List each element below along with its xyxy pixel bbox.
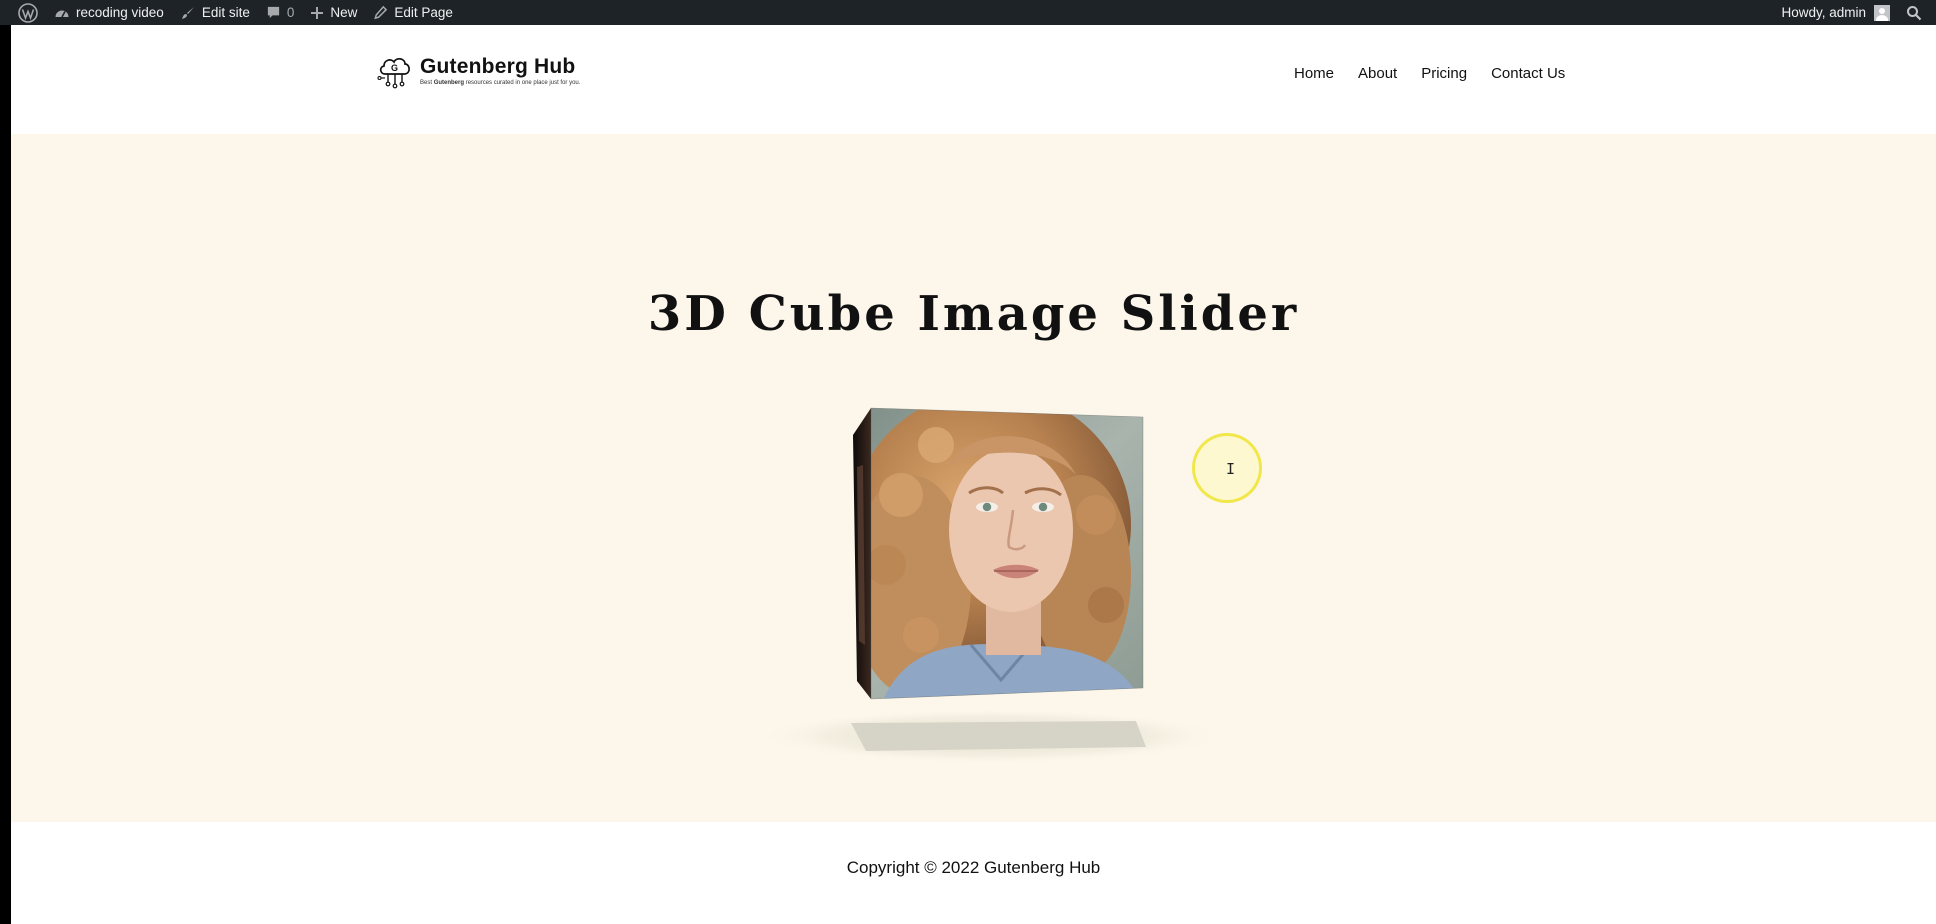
comments-menu[interactable]: 0 [258,0,303,25]
cloud-network-logo-icon: G [377,58,410,89]
wordpress-logo-icon[interactable] [10,0,46,25]
site-logo[interactable]: G Gutenberg Hub Best Gutenberg resources… [376,51,580,89]
tagline-pre: Best [420,79,434,86]
comments-count: 0 [286,5,295,20]
nav-about[interactable]: About [1358,65,1397,82]
site-name-label: recoding video [76,5,164,20]
nav-pricing[interactable]: Pricing [1421,65,1467,82]
tagline: Best Gutenberg resources curated in one … [420,80,580,86]
admin-bar-right: Howdy, admin [1773,0,1936,25]
tagline-bold: Gutenberg [433,79,465,86]
pencil-icon [374,5,388,20]
site-footer: Copyright © 2022 Gutenberg Hub [11,822,1936,924]
nav-home[interactable]: Home [1294,65,1334,82]
edit-site-label: Edit site [201,5,250,20]
my-account-menu[interactable]: Howdy, admin [1773,0,1898,25]
main-nav: Home About Pricing Contact Us [1294,65,1565,82]
comment-icon [267,6,279,19]
dashboard-icon [55,10,69,17]
brush-icon [181,6,194,19]
howdy-label: Howdy, admin [1781,5,1866,20]
brand-name: Gutenberg Hub [420,54,576,78]
copyright-text: Copyright © 2022 Gutenberg Hub [846,858,1101,877]
nav-contact-us[interactable]: Contact Us [1491,65,1565,82]
tagline-post: resources curated in one place just for … [464,79,581,86]
avatar [1874,4,1890,21]
hero-section: 3D Cube Image Slider I [11,134,1936,822]
logo-text: Gutenberg Hub Best Gutenberg resources c… [420,55,580,86]
edit-page-label: Edit Page [394,5,453,20]
cube-front-face-image [871,408,1143,699]
text-cursor-icon: I [1226,460,1236,478]
new-content-menu[interactable]: New [302,0,365,25]
search-icon [1907,5,1922,20]
new-label: New [330,5,358,20]
cube-slider[interactable] [841,405,1151,705]
admin-bar: recoding video Edit site 0 New Edit Page… [0,0,1936,25]
svg-text:G: G [391,63,398,73]
page-title: 3D Cube Image Slider [647,286,1300,342]
search-button[interactable] [1898,0,1930,25]
page: G Gutenberg Hub Best Gutenberg resources… [11,25,1936,924]
site-name-menu[interactable]: recoding video [46,0,172,25]
plus-icon [311,6,324,19]
edit-site-menu[interactable]: Edit site [172,0,258,25]
edit-page-menu[interactable]: Edit Page [365,0,461,25]
site-header: G Gutenberg Hub Best Gutenberg resources… [11,25,1936,134]
cube-shadow [756,711,1226,767]
admin-bar-left: recoding video Edit site 0 New Edit Page [0,0,461,25]
